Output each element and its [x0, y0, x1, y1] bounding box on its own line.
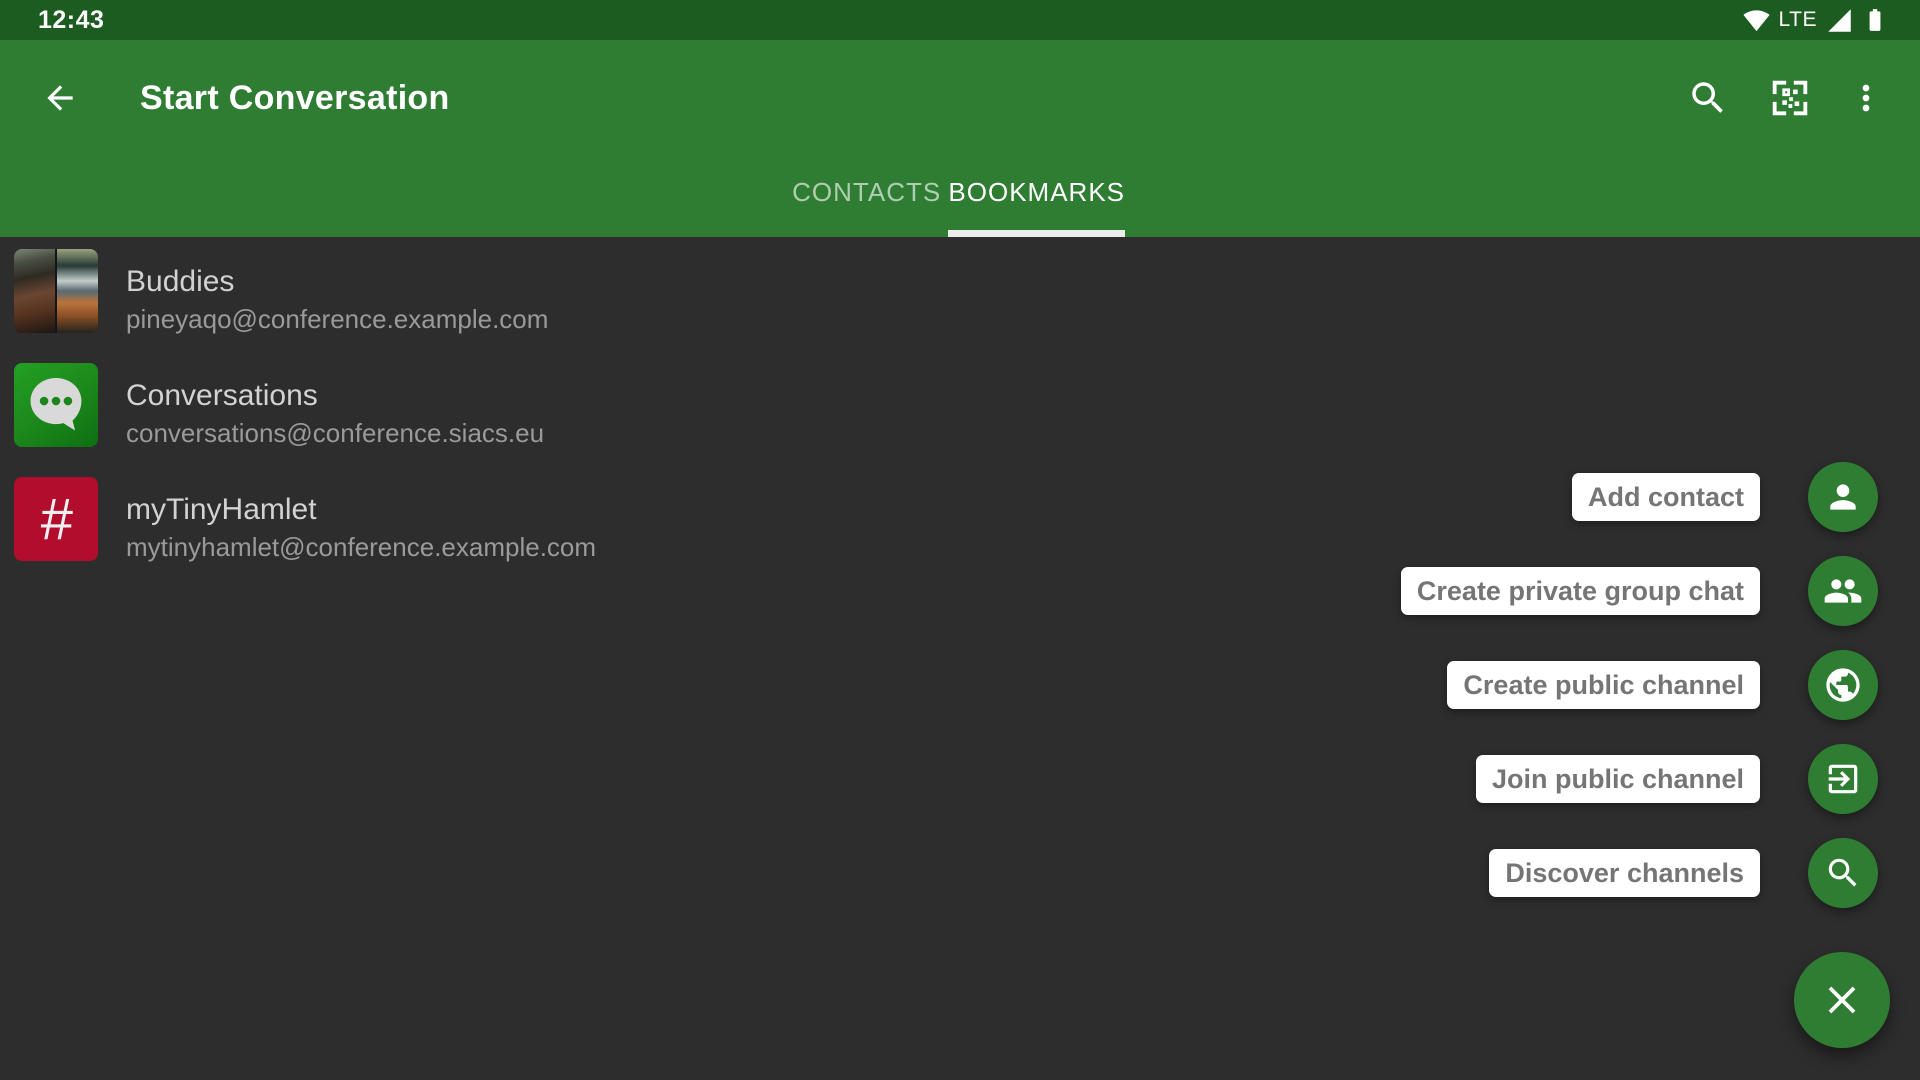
- avatar-photo-right: [57, 249, 98, 333]
- avatar: [14, 363, 98, 447]
- avatar-photo-left: [14, 249, 55, 333]
- globe-icon: [1823, 665, 1863, 705]
- create-private-group-chat-label[interactable]: Create private group chat: [1401, 567, 1760, 615]
- tab-bar: CONTACTS BOOKMARKS: [785, 161, 1125, 237]
- create-public-channel-label[interactable]: Create public channel: [1447, 661, 1760, 709]
- create-public-channel-button[interactable]: [1808, 650, 1878, 720]
- join-public-channel-label[interactable]: Join public channel: [1476, 755, 1760, 803]
- add-contact-label[interactable]: Add contact: [1572, 473, 1760, 521]
- bookmark-text: myTinyHamlet mytinyhamlet@conference.exa…: [126, 491, 596, 565]
- enter-icon: [1824, 760, 1862, 798]
- fab-menu-row-join-channel: Join public channel: [1476, 744, 1878, 814]
- clock: 12:43: [38, 0, 104, 40]
- battery-icon: [1862, 7, 1888, 33]
- scan-qr-button[interactable]: [1768, 76, 1812, 120]
- bookmark-row-buddies[interactable]: Buddies pineyaqo@conference.example.com: [0, 237, 1920, 351]
- fab-close-button[interactable]: [1794, 952, 1890, 1048]
- create-private-group-chat-button[interactable]: [1808, 556, 1878, 626]
- qr-code-scan-icon: [1767, 75, 1813, 121]
- wifi-icon: [1743, 7, 1770, 34]
- fab-menu-row-add-contact: Add contact: [1572, 462, 1878, 532]
- back-button[interactable]: [38, 76, 82, 120]
- bookmark-name: Conversations: [126, 377, 544, 415]
- active-tab-indicator: [948, 230, 1125, 237]
- avatar: [14, 249, 98, 333]
- join-public-channel-button[interactable]: [1808, 744, 1878, 814]
- page-title: Start Conversation: [140, 78, 450, 118]
- fab-menu-row-private-group: Create private group chat: [1401, 556, 1878, 626]
- discover-channels-label[interactable]: Discover channels: [1489, 849, 1760, 897]
- add-contact-button[interactable]: [1808, 462, 1878, 532]
- bookmark-name: myTinyHamlet: [126, 491, 596, 529]
- person-icon: [1824, 478, 1862, 516]
- bookmark-row-conversations[interactable]: Conversations conversations@conference.s…: [0, 351, 1920, 465]
- group-icon: [1823, 571, 1863, 611]
- bookmark-name: Buddies: [126, 263, 548, 301]
- fab-menu-row-public-channel: Create public channel: [1447, 650, 1878, 720]
- status-icons: LTE: [1743, 0, 1888, 40]
- status-bar: 12:43 LTE: [0, 0, 1920, 40]
- avatar: #: [14, 477, 98, 561]
- bookmark-text: Buddies pineyaqo@conference.example.com: [126, 263, 548, 337]
- tab-bookmarks-label: BOOKMARKS: [948, 177, 1125, 208]
- network-type-label: LTE: [1779, 8, 1817, 32]
- bookmark-jid: pineyaqo@conference.example.com: [126, 301, 548, 337]
- speech-bubble-icon: [21, 370, 91, 440]
- overflow-menu-button[interactable]: [1844, 76, 1888, 120]
- close-icon: [1819, 977, 1865, 1023]
- app-bar: Start Conversation CONTACTS BOOKMARKS: [0, 40, 1920, 237]
- search-icon: [1824, 854, 1862, 892]
- bookmark-jid: conversations@conference.siacs.eu: [126, 415, 544, 451]
- arrow-back-icon: [41, 79, 79, 117]
- cellular-signal-icon: [1826, 7, 1853, 34]
- more-vert-icon: [1846, 78, 1886, 118]
- tab-bookmarks[interactable]: BOOKMARKS: [948, 161, 1125, 237]
- discover-channels-button[interactable]: [1808, 838, 1878, 908]
- fab-menu-row-discover: Discover channels: [1489, 838, 1878, 908]
- search-icon: [1687, 77, 1729, 119]
- bookmark-text: Conversations conversations@conference.s…: [126, 377, 544, 451]
- bookmark-jid: mytinyhamlet@conference.example.com: [126, 529, 596, 565]
- hash-glyph: #: [40, 486, 72, 553]
- search-button[interactable]: [1686, 76, 1730, 120]
- tab-contacts[interactable]: CONTACTS: [785, 161, 948, 237]
